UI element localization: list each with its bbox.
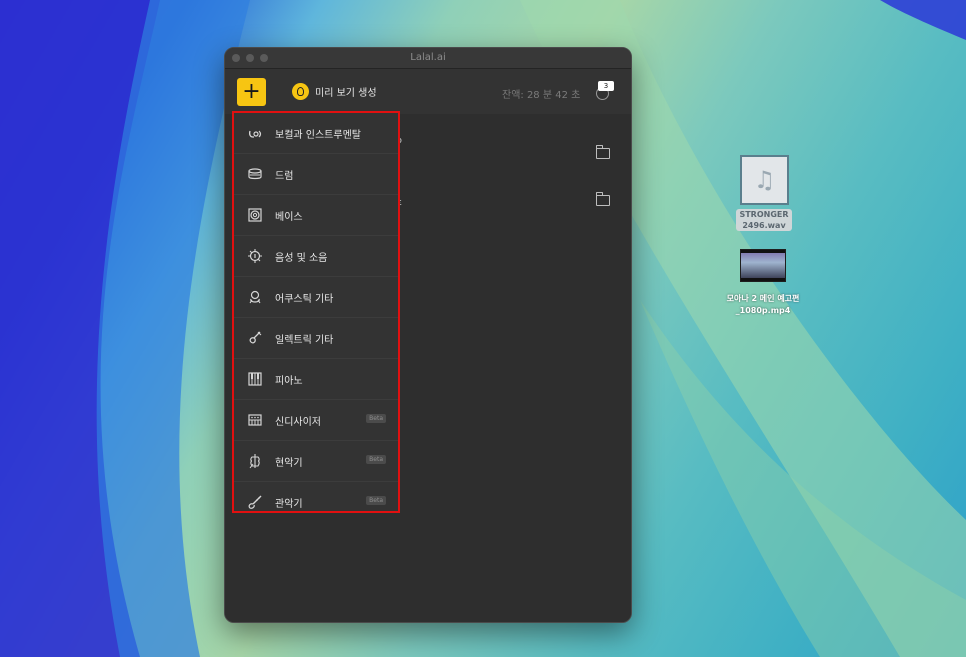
generate-preview-toggle[interactable]: 미리 보기 생성 xyxy=(292,83,377,100)
wav-file-name-line2: 2496.wav xyxy=(742,221,786,230)
video-file-icon[interactable] xyxy=(740,249,786,282)
menu-item-piano[interactable]: 피아노 xyxy=(234,359,398,400)
wav-file-name-line1: STRONGER xyxy=(739,210,789,219)
stem-type-dropdown: 보컬과 인스트루멘탈 드럼 베이스 음성 및 소음 어쿠스틱 기타 일렉트릭 기… xyxy=(232,111,400,513)
wind-instrument-icon xyxy=(247,494,263,510)
menu-item-label: 신디사이저 xyxy=(275,416,321,428)
queue-button[interactable]: 3 xyxy=(595,81,614,100)
menu-item-label: 피아노 xyxy=(275,375,303,387)
folder-icon[interactable] xyxy=(596,192,610,206)
menu-item-label: 일렉트릭 기타 xyxy=(275,334,334,346)
preview-icon xyxy=(292,83,309,100)
menu-item-voice-noise[interactable]: 음성 및 소음 xyxy=(234,236,398,277)
voice-noise-icon xyxy=(247,248,263,264)
menu-item-label: 현악기 xyxy=(275,457,303,469)
add-file-button[interactable]: + xyxy=(237,78,266,106)
menu-item-label: 어쿠스틱 기타 xyxy=(275,293,334,305)
video-file-name-line2: _1080p.mp4 xyxy=(735,306,791,315)
beta-badge: Beta xyxy=(366,455,386,464)
strings-icon xyxy=(247,453,263,469)
window-title: Lalal.ai xyxy=(410,52,446,63)
menu-item-synthesizer[interactable]: 신디사이저 Beta xyxy=(234,400,398,441)
menu-item-bass[interactable]: 베이스 xyxy=(234,195,398,236)
menu-item-label: 베이스 xyxy=(275,211,303,223)
electric-guitar-icon xyxy=(247,330,263,346)
menu-item-label: 관악기 xyxy=(275,498,303,510)
video-file-name-line1: 모아나 2 메인 예고편 xyxy=(726,294,800,303)
menu-item-strings[interactable]: 현악기 Beta xyxy=(234,441,398,482)
remaining-time: 잔액: 28 분 42 초 xyxy=(502,90,581,101)
acoustic-guitar-icon xyxy=(247,289,263,305)
menu-item-acoustic-guitar[interactable]: 어쿠스틱 기타 xyxy=(234,277,398,318)
title-bar[interactable]: Lalal.ai xyxy=(225,48,631,69)
vocal-icon xyxy=(247,125,263,141)
wav-file-label[interactable]: STRONGER 2496.wav xyxy=(736,209,792,231)
synthesizer-icon xyxy=(247,412,263,428)
video-file-label[interactable]: 모아나 2 메인 예고편 _1080p.mp4 xyxy=(718,293,808,317)
menu-item-label: 드럼 xyxy=(275,170,294,182)
beta-badge: Beta xyxy=(366,496,386,505)
wav-file-icon[interactable]: ♫ xyxy=(740,155,789,205)
beta-badge: Beta xyxy=(366,414,386,423)
menu-item-label: 보컬과 인스트루멘탈 xyxy=(275,129,361,141)
preview-label: 미리 보기 생성 xyxy=(315,88,377,99)
menu-item-vocal-instrumental[interactable]: 보컬과 인스트루멘탈 xyxy=(234,113,398,154)
menu-item-wind[interactable]: 관악기 Beta xyxy=(234,482,398,522)
bass-speaker-icon xyxy=(247,207,263,223)
menu-item-drums[interactable]: 드럼 xyxy=(234,154,398,195)
piano-icon xyxy=(247,371,263,387)
toolbar: + 미리 보기 생성 잔액: 28 분 42 초 3 xyxy=(225,69,631,114)
drum-icon xyxy=(247,166,263,182)
queue-badge: 3 xyxy=(598,81,614,91)
menu-item-electric-guitar[interactable]: 일렉트릭 기타 xyxy=(234,318,398,359)
folder-icon[interactable] xyxy=(596,145,610,159)
menu-item-label: 음성 및 소음 xyxy=(275,252,328,264)
